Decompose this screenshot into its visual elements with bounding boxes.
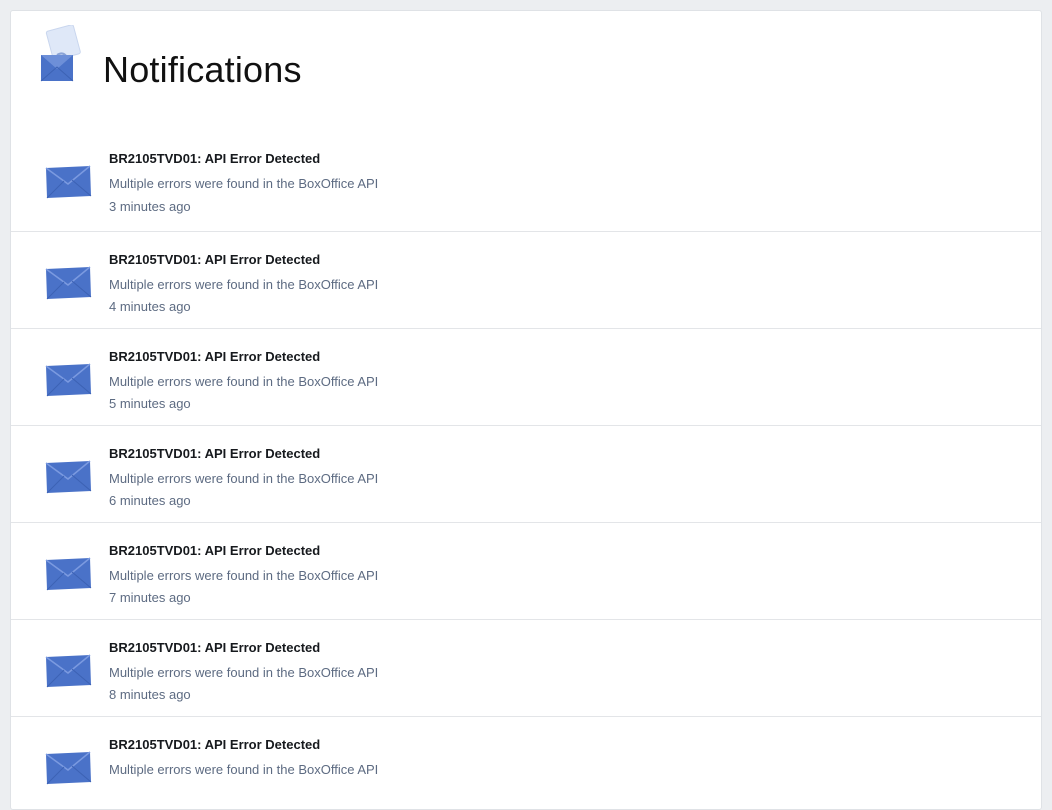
envelope-icon — [45, 751, 92, 785]
page-header: Notifications — [11, 11, 1041, 131]
notification-item[interactable]: BR2105TVD01: API Error Detected Multiple… — [11, 426, 1041, 523]
notification-title: BR2105TVD01: API Error Detected — [109, 640, 321, 655]
notification-item[interactable]: BR2105TVD01: API Error Detected Multiple… — [11, 523, 1041, 620]
notification-title: BR2105TVD01: API Error Detected — [109, 543, 321, 558]
notifications-panel: Notifications BR2105TVD01: API Error Det… — [10, 10, 1042, 810]
notification-time: 4 minutes ago — [109, 299, 191, 314]
open-envelope-letter-icon — [40, 25, 81, 82]
notification-description: Multiple errors were found in the BoxOff… — [109, 568, 379, 583]
notification-description: Multiple errors were found in the BoxOff… — [109, 471, 379, 486]
notification-list: BR2105TVD01: API Error Detected Multiple… — [11, 131, 1041, 809]
page-title: Notifications — [103, 49, 302, 90]
notification-item[interactable]: BR2105TVD01: API Error Detected Multiple… — [11, 131, 1041, 232]
notification-description: Multiple errors were found in the BoxOff… — [109, 277, 379, 292]
envelope-icon — [45, 460, 92, 494]
envelope-icon — [45, 165, 92, 199]
notification-title: BR2105TVD01: API Error Detected — [109, 446, 321, 461]
notification-title: BR2105TVD01: API Error Detected — [109, 151, 321, 166]
envelope-icon — [45, 363, 92, 397]
notification-description: Multiple errors were found in the BoxOff… — [109, 176, 379, 191]
envelope-icon — [45, 654, 92, 688]
notification-time: 6 minutes ago — [109, 493, 191, 508]
notification-title: BR2105TVD01: API Error Detected — [109, 737, 321, 752]
notification-time: 8 minutes ago — [109, 687, 191, 702]
notification-item[interactable]: BR2105TVD01: API Error Detected Multiple… — [11, 717, 1041, 809]
notification-description: Multiple errors were found in the BoxOff… — [109, 665, 379, 680]
notification-time: 7 minutes ago — [109, 590, 191, 605]
notification-item[interactable]: BR2105TVD01: API Error Detected Multiple… — [11, 232, 1041, 329]
envelope-icon — [45, 557, 92, 591]
notification-title: BR2105TVD01: API Error Detected — [109, 349, 321, 364]
envelope-icon — [45, 266, 92, 300]
notification-description: Multiple errors were found in the BoxOff… — [109, 762, 379, 777]
notification-item[interactable]: BR2105TVD01: API Error Detected Multiple… — [11, 329, 1041, 426]
notification-title: BR2105TVD01: API Error Detected — [109, 252, 321, 267]
notification-time: 5 minutes ago — [109, 396, 191, 411]
notification-description: Multiple errors were found in the BoxOff… — [109, 374, 379, 389]
notification-time: 3 minutes ago — [109, 199, 191, 214]
notification-item[interactable]: BR2105TVD01: API Error Detected Multiple… — [11, 620, 1041, 717]
